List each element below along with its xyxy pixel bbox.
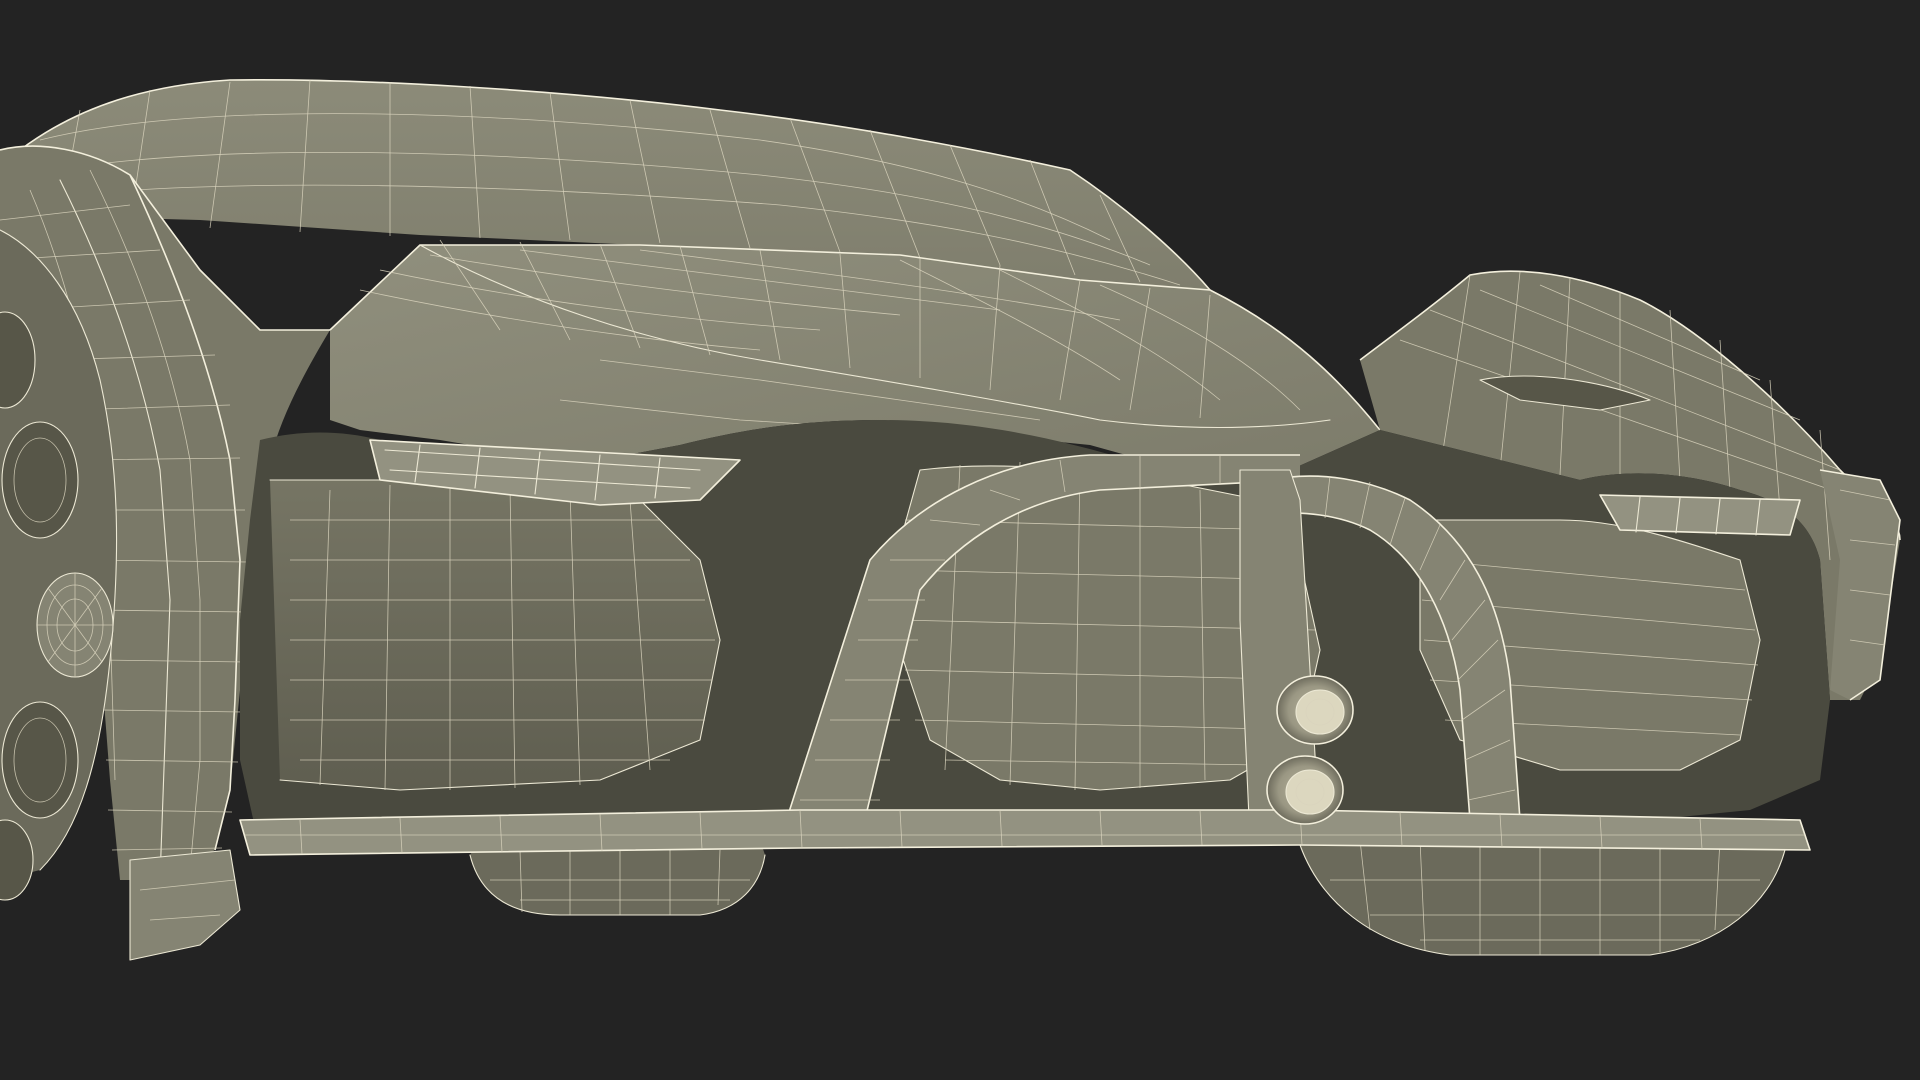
render-viewport [0, 0, 1920, 1080]
headlight-right [1599, 494, 1801, 536]
left-lower-bumper [129, 849, 241, 961]
car-wireframe-render [0, 78, 1901, 961]
front-pipe-upper [1276, 675, 1354, 745]
front-pipe-lower [1266, 755, 1344, 825]
front-splitter [239, 809, 1811, 856]
